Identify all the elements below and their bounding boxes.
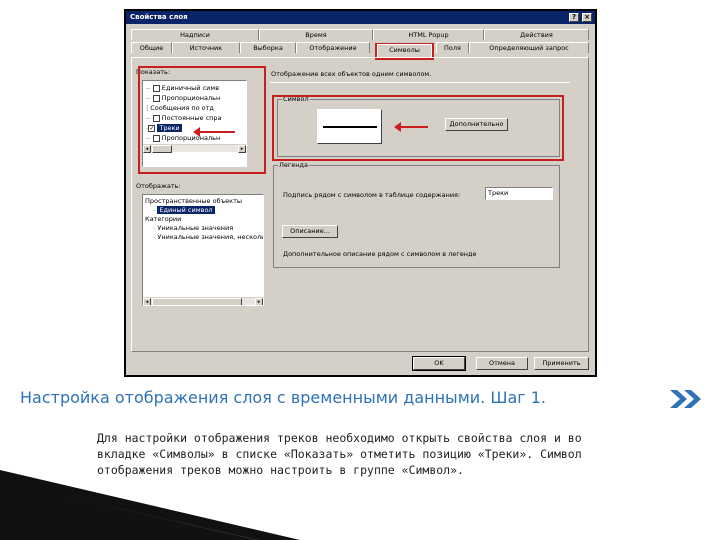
slide-caption: Настройка отображения слоя с временными … xyxy=(20,388,546,407)
tab-definition-query[interactable]: Определяющий запрос xyxy=(469,42,589,53)
tab-display[interactable]: Отображение xyxy=(296,42,370,53)
legend-group-label: Легенда xyxy=(278,161,310,169)
draw-label: Отображать: xyxy=(136,182,181,190)
body-line: вкладке «Символы» в списке «Показать» от… xyxy=(97,447,582,461)
description-button[interactable]: Описание... xyxy=(282,225,338,238)
close-button[interactable]: × xyxy=(582,13,592,22)
draw-description: Отображение всех объектов одним символом… xyxy=(271,70,432,78)
tab-html-popup[interactable]: HTML Popup xyxy=(373,29,484,40)
body-line: Для настройки отображения треков необход… xyxy=(97,431,582,445)
tab-selection[interactable]: Выборка xyxy=(240,42,296,53)
tab-general[interactable]: Общие xyxy=(131,42,172,53)
tab-labels[interactable]: Надписи xyxy=(131,29,259,40)
scroll-thumb[interactable] xyxy=(152,298,242,305)
draw-tree-scrollbar[interactable]: ◂ ▸ xyxy=(143,297,263,305)
dialog-titlebar: Свойства слоя ? × xyxy=(126,11,595,24)
help-button[interactable]: ? xyxy=(569,13,579,22)
tab-actions[interactable]: Действия xyxy=(484,29,589,40)
separator xyxy=(270,82,570,83)
tab-symbology[interactable]: Символы xyxy=(377,44,432,57)
draw-item[interactable]: - Единый символ xyxy=(153,206,215,215)
legend-label: Подпись рядом с символом в таблице содер… xyxy=(283,191,461,199)
dialog-title: Свойства слоя xyxy=(130,13,188,21)
tab-time[interactable]: Время xyxy=(259,29,373,40)
tab-source[interactable]: Источник xyxy=(172,42,240,53)
apply-button[interactable]: Применить xyxy=(534,357,589,370)
legend-group: Легенда Подпись рядом с символом в табли… xyxy=(273,161,560,268)
draw-tree[interactable]: Пространственные объекты - Единый символ… xyxy=(142,194,264,306)
tab-fields[interactable]: Поля xyxy=(436,42,469,53)
legend-description: Дополнительное описание рядом с символом… xyxy=(283,250,477,258)
draw-item[interactable]: - Уникальные значения xyxy=(153,224,233,233)
double-chevron-icon xyxy=(670,390,701,408)
ok-button[interactable]: OK xyxy=(412,356,466,371)
symbol-highlight xyxy=(272,95,564,161)
layer-properties-dialog: Свойства слоя ? × Надписи Время HTML Pop… xyxy=(124,9,597,377)
show-highlight xyxy=(138,66,266,174)
slide-body: Для настройки отображения треков необход… xyxy=(97,430,657,478)
scroll-left-icon[interactable]: ◂ xyxy=(143,298,151,305)
draw-item[interactable]: - Уникальные значения, несколько xyxy=(153,233,263,242)
scroll-right-icon[interactable]: ▸ xyxy=(255,298,263,305)
legend-label-input[interactable]: Треки xyxy=(485,187,553,200)
body-line: отображения треков можно настроить в гру… xyxy=(97,463,464,477)
draw-item[interactable]: Пространственные объекты xyxy=(145,197,242,206)
cancel-button[interactable]: Отмена xyxy=(476,357,528,370)
draw-item[interactable]: Категории xyxy=(145,215,181,224)
symbology-panel: Показать: -- Единичный симв -- Пропорцио… xyxy=(131,57,589,352)
